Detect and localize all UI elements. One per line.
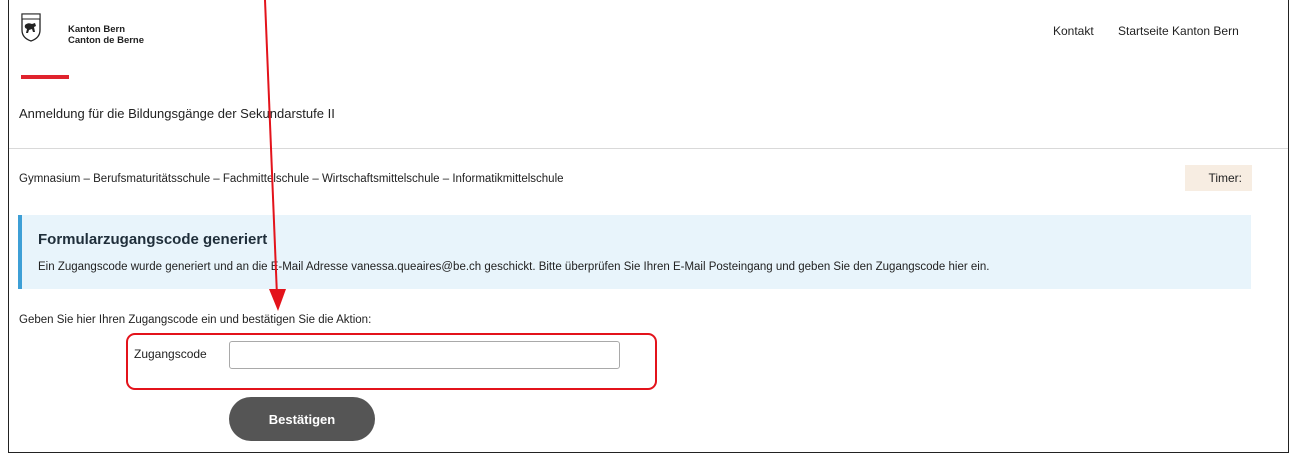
school-types-subtitle: Gymnasium – Berufsmaturitätsschule – Fac… bbox=[19, 173, 564, 185]
info-alert-title: Formularzugangscode generiert bbox=[38, 231, 268, 248]
brand-text: Kanton Bern Canton de Berne bbox=[68, 24, 144, 46]
annotation-highlight-box bbox=[126, 333, 657, 390]
brand-accent-bar bbox=[21, 75, 69, 79]
info-alert-text: Ein Zugangscode wurde generiert und an d… bbox=[38, 261, 990, 273]
page-title: Anmeldung für die Bildungsgänge der Seku… bbox=[19, 106, 335, 121]
info-alert: Formularzugangscode generiert Ein Zugang… bbox=[18, 215, 1251, 289]
contact-link[interactable]: Kontakt bbox=[1053, 24, 1094, 38]
logo[interactable]: Kanton Bern Canton de Berne bbox=[20, 12, 144, 46]
divider bbox=[9, 148, 1288, 149]
home-kanton-bern-link[interactable]: Startseite Kanton Bern bbox=[1118, 24, 1239, 38]
timer-badge: Timer: bbox=[1185, 165, 1252, 191]
brand-line-1: Kanton Bern bbox=[68, 24, 125, 35]
confirm-button[interactable]: Bestätigen bbox=[229, 397, 375, 441]
code-instruction: Geben Sie hier Ihren Zugangscode ein und… bbox=[19, 314, 372, 326]
brand-line-2: Canton de Berne bbox=[68, 35, 145, 46]
bern-crest-icon bbox=[21, 13, 41, 42]
